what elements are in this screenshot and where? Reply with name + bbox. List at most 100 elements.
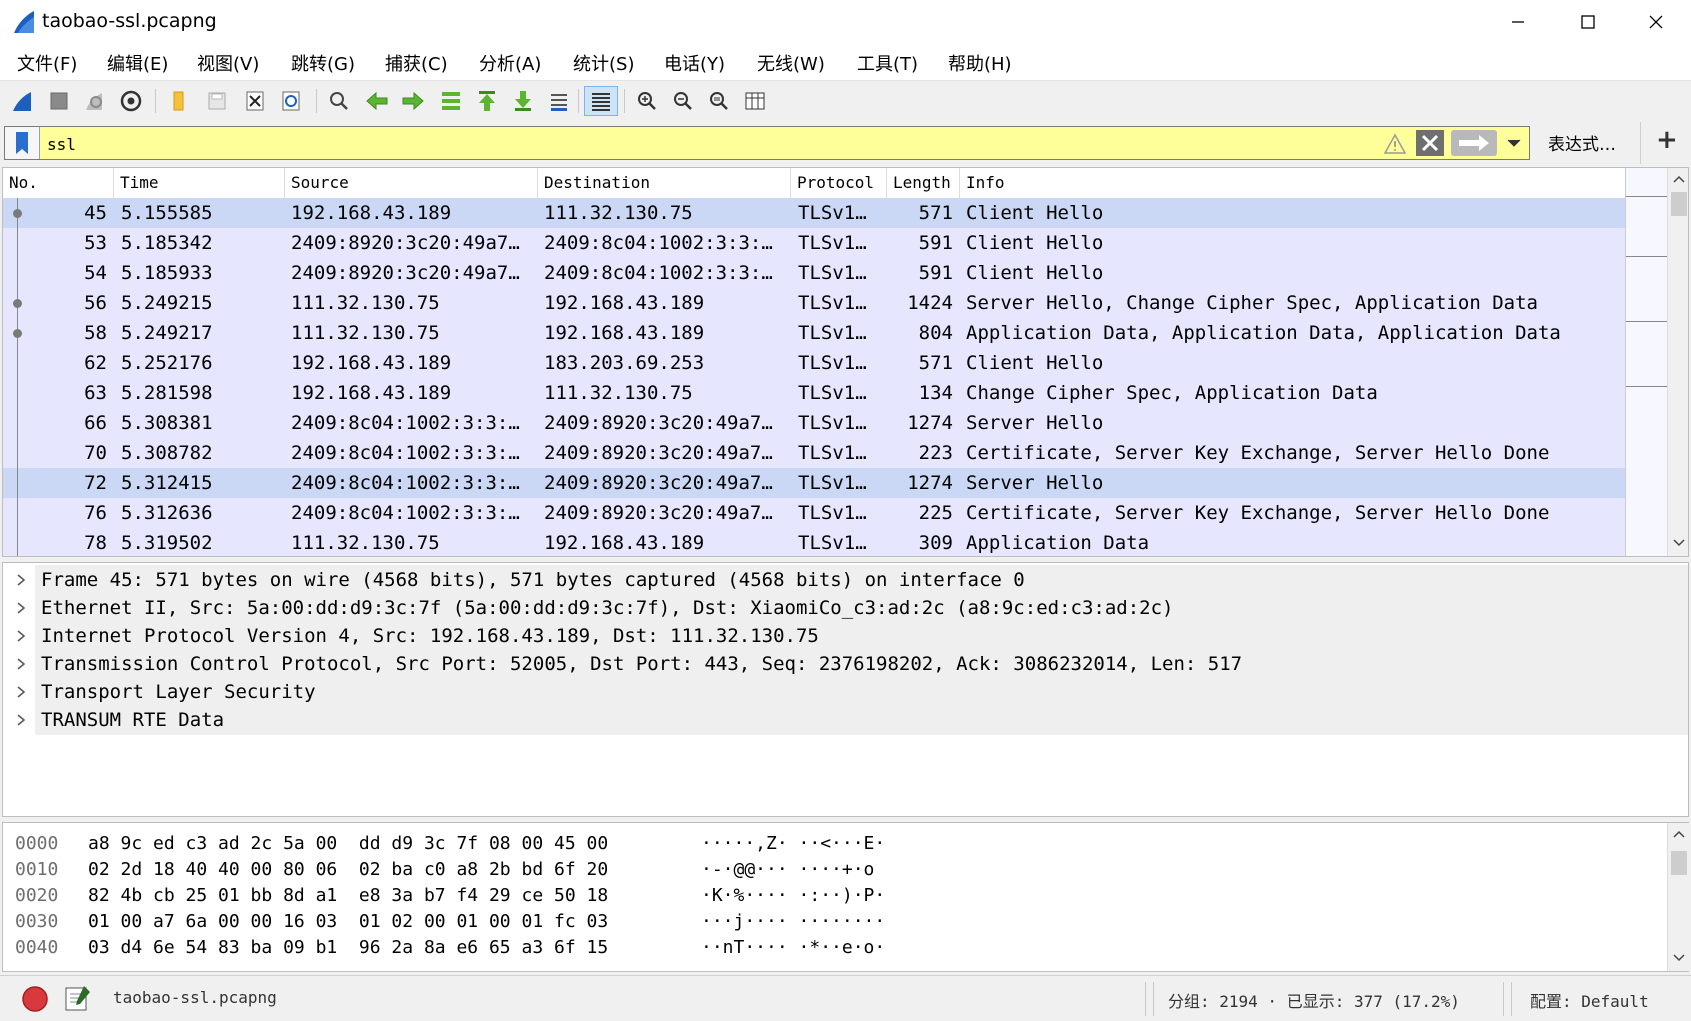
packet-row[interactable]: 63 5.281598 192.168.43.189 111.32.130.75 TLS… [3, 378, 1625, 408]
detail-tree-item[interactable]: Transport Layer Security [3, 677, 1688, 707]
zoom-in-button[interactable] [632, 86, 662, 116]
close-file-button[interactable] [240, 86, 270, 116]
reload-file-button[interactable] [276, 86, 306, 116]
detail-tree-item[interactable]: TRANSUM RTE Data [3, 705, 1688, 735]
display-filter-input[interactable] [45, 131, 1349, 157]
column-header-no[interactable]: No. [3, 168, 114, 198]
chevron-right-icon[interactable] [13, 628, 29, 644]
detail-tree-item[interactable]: Ethernet II, Src: 5a:00:dd:d9:3c:7f (5a:… [3, 593, 1688, 623]
auto-scroll-button[interactable] [544, 86, 574, 116]
column-header-source[interactable]: Source [285, 168, 538, 198]
save-file-button[interactable] [202, 86, 232, 116]
chevron-right-icon[interactable] [13, 656, 29, 672]
packet-row[interactable]: 72 5.312415 2409:8c04:1002:3:3:… 2409:8920:… [3, 468, 1625, 498]
minimize-button[interactable] [1483, 0, 1553, 44]
ascii-bytes[interactable]: ·····,Z· ··<···E· [701, 831, 885, 857]
cell-length: 1274 [907, 472, 953, 494]
menu-wireless[interactable]: 无线(W) [757, 50, 825, 76]
filter-bookmark-button[interactable] [5, 127, 40, 159]
chevron-right-icon[interactable] [13, 572, 29, 588]
bytes-scrollbar[interactable] [1667, 823, 1690, 971]
packet-row[interactable]: 76 5.312636 2409:8c04:1002:3:3:… 2409:8920:… [3, 498, 1625, 528]
packet-row[interactable]: 58 5.249217 111.32.130.75 192.168.43.189 TLS… [3, 318, 1625, 348]
go-forward-button[interactable] [398, 86, 428, 116]
ascii-bytes[interactable]: ···j···· ········ [701, 909, 885, 935]
menu-edit[interactable]: 编辑(E) [107, 50, 168, 76]
stop-capture-button[interactable] [44, 86, 74, 116]
menu-view[interactable]: 视图(V) [197, 50, 259, 76]
chevron-right-icon[interactable] [13, 712, 29, 728]
resize-columns-button[interactable] [740, 86, 770, 116]
hex-bytes[interactable]: 82 4b cb 25 01 bb 8d a1 e8 3a b7 f4 29 c… [88, 883, 608, 909]
detail-tree-item[interactable]: Transmission Control Protocol, Src Port:… [3, 649, 1688, 679]
status-profile[interactable]: 配置: Default [1530, 988, 1649, 1012]
menu-analyze[interactable]: 分析(A) [479, 50, 541, 76]
detail-tree-item[interactable]: Frame 45: 571 bytes on wire (4568 bits),… [3, 565, 1688, 595]
close-button[interactable] [1621, 0, 1691, 44]
scroll-thumb[interactable] [1671, 851, 1687, 875]
clear-filter-button[interactable] [1416, 130, 1444, 156]
packet-details: Frame 45: 571 bytes on wire (4568 bits),… [2, 562, 1689, 817]
add-filter-button[interactable]: + [1656, 125, 1678, 155]
packet-row[interactable]: 78 5.319502 111.32.130.75 192.168.43.189 TLS… [3, 528, 1625, 556]
packet-row[interactable]: 53 5.185342 2409:8920:3c20:49a7… 2409:8c04:… [3, 228, 1625, 258]
chevron-right-icon[interactable] [13, 684, 29, 700]
expert-info-icon[interactable] [20, 984, 50, 1014]
hex-bytes[interactable]: 01 00 a7 6a 00 00 16 03 01 02 00 01 00 0… [88, 909, 608, 935]
filter-history-dropdown[interactable] [1501, 130, 1527, 156]
hex-bytes[interactable]: 02 2d 18 40 40 00 80 06 02 ba c0 a8 2b b… [88, 857, 608, 883]
packet-row[interactable]: 56 5.249215 111.32.130.75 192.168.43.189 TLS… [3, 288, 1625, 318]
restart-capture-button[interactable] [80, 86, 110, 116]
go-first-button[interactable] [472, 86, 502, 116]
apply-filter-button[interactable] [1451, 130, 1497, 156]
column-header-info[interactable]: Info [960, 168, 1625, 198]
menu-statistics[interactable]: 统计(S) [573, 50, 634, 76]
packet-row[interactable]: 66 5.308381 2409:8c04:1002:3:3:… 2409:8920:… [3, 408, 1625, 438]
packet-list-scrollbar[interactable] [1667, 168, 1688, 556]
menu-file[interactable]: 文件(F) [17, 50, 77, 76]
capture-options-button[interactable] [116, 86, 146, 116]
ascii-bytes[interactable]: ·-·@@··· ····+·o [701, 857, 885, 883]
ascii-bytes[interactable]: ·K·%···· ·:··)·P· [701, 883, 885, 909]
menu-tools[interactable]: 工具(T) [857, 50, 918, 76]
capture-comment-icon[interactable] [62, 982, 94, 1014]
toolbar-separator [155, 89, 156, 113]
cell-time: 5.312636 [121, 502, 213, 524]
cell-time: 5.281598 [121, 382, 213, 404]
packet-row[interactable]: 62 5.252176 192.168.43.189 183.203.69.253 TL… [3, 348, 1625, 378]
open-file-button[interactable] [164, 86, 194, 116]
go-back-button[interactable] [362, 86, 392, 116]
packet-minimap[interactable] [1625, 168, 1668, 556]
packet-row[interactable]: 54 5.185933 2409:8920:3c20:49a7… 2409:8c04:… [3, 258, 1625, 288]
column-header-time[interactable]: Time [114, 168, 285, 198]
column-header-length[interactable]: Length [887, 168, 960, 198]
menu-telephony[interactable]: 电话(Y) [664, 50, 725, 76]
ascii-bytes[interactable]: ··nT···· ·*··e·o· [701, 935, 885, 961]
detail-tree-item[interactable]: Internet Protocol Version 4, Src: 192.16… [3, 621, 1688, 651]
chevron-right-icon[interactable] [13, 600, 29, 616]
packet-row[interactable]: 70 5.308782 2409:8c04:1002:3:3:… 2409:8920:… [3, 438, 1625, 468]
maximize-button[interactable] [1553, 0, 1623, 44]
hex-bytes[interactable]: a8 9c ed c3 ad 2c 5a 00 dd d9 3c 7f 08 0… [88, 831, 608, 857]
cell-destination: 2409:8920:3c20:49a7… [544, 502, 773, 524]
start-capture-button[interactable] [8, 86, 38, 116]
zoom-normal-button[interactable] [704, 86, 734, 116]
expression-button[interactable]: 表达式… [1548, 130, 1616, 155]
scroll-thumb[interactable] [1671, 192, 1687, 216]
go-to-packet-button[interactable] [436, 86, 466, 116]
status-bar: taobao-ssl.pcapng 分组: 2194 · 已显示: 377 (1… [0, 975, 1691, 1021]
reload-file-icon [282, 91, 300, 111]
menu-help[interactable]: 帮助(H) [948, 50, 1012, 76]
menu-go[interactable]: 跳转(G) [291, 50, 355, 76]
go-last-button[interactable] [508, 86, 538, 116]
packet-row[interactable]: 45 5.155585 192.168.43.189 111.32.130.75 TLS… [3, 198, 1625, 228]
cell-no: 58 [84, 322, 107, 344]
hex-bytes[interactable]: 03 d4 6e 54 83 ba 09 b1 96 2a 8a e6 65 a… [88, 935, 608, 961]
menu-capture[interactable]: 捕获(C) [385, 50, 448, 76]
zoom-out-button[interactable] [668, 86, 698, 116]
colorize-button[interactable] [584, 86, 618, 116]
find-packet-button[interactable] [324, 86, 354, 116]
cell-destination: 111.32.130.75 [544, 382, 693, 404]
column-header-destination[interactable]: Destination [538, 168, 791, 198]
column-header-protocol[interactable]: Protocol [791, 168, 887, 198]
